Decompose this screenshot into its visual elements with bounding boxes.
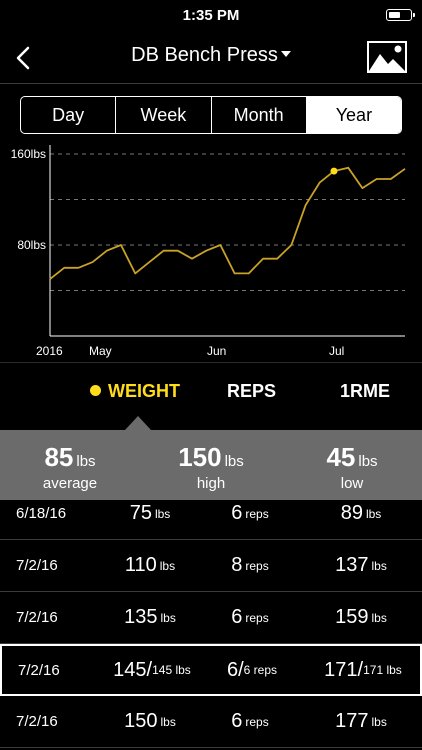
row-reps-unit: reps: [245, 506, 269, 521]
table-row[interactable]: 6/18/16 75 lbs 6 reps 89 lbs: [0, 500, 422, 540]
row-weight-unit: lbs: [160, 610, 176, 625]
row-1rme: 89 lbs: [305, 500, 417, 539]
status-time: 1:35 PM: [182, 7, 240, 24]
nav-bar: DB Bench Press: [0, 32, 422, 84]
stat-average: 85 lbs average: [0, 442, 140, 492]
y-tick-label-160: 160lbs: [11, 147, 46, 161]
row-date: 7/2/16: [18, 661, 60, 679]
row-weight-value: 75: [129, 502, 152, 524]
row-1rme-value: 137: [335, 554, 369, 576]
metric-tabs: WEIGHT REPS 1RME: [0, 362, 422, 430]
row-weight-unit: 145 lbs: [152, 663, 191, 677]
row-1rme-unit: lbs: [371, 714, 387, 729]
battery-icon: [386, 9, 415, 21]
tab-reps-label: REPS: [227, 381, 277, 401]
row-reps-value: 6: [231, 710, 243, 732]
battery-level: [388, 11, 400, 18]
row-date: 7/2/16: [16, 557, 58, 574]
stat-high-label: high: [196, 475, 226, 492]
row-weight-value: 135: [124, 606, 158, 628]
tab-weight[interactable]: WEIGHT: [90, 381, 180, 402]
weight-series-line: [49, 166, 406, 280]
row-reps: 6 reps: [195, 500, 305, 539]
row-1rme: 137 lbs: [305, 540, 417, 591]
row-1rme: 171/171 lbs: [307, 646, 419, 694]
stat-low-label: low: [340, 475, 364, 492]
segment-day[interactable]: Day: [21, 97, 117, 133]
segment-week[interactable]: Week: [116, 97, 212, 133]
x-tick-label-may: May: [89, 344, 112, 358]
row-1rme-value: 159: [335, 606, 369, 628]
row-weight-value: 110: [124, 554, 157, 576]
row-1rme-unit: lbs: [365, 506, 382, 521]
x-tick-label-jun: Jun: [207, 344, 226, 358]
row-weight-unit: lbs: [154, 506, 171, 521]
row-weight-unit: lbs: [159, 558, 176, 573]
row-1rme-unit: 171 lbs: [363, 663, 402, 677]
row-reps-value: 6: [231, 606, 243, 628]
stat-high: 150 lbs high: [141, 442, 281, 492]
page-title: DB Bench Press: [131, 44, 278, 66]
stat-low-value: 45: [326, 442, 356, 472]
line-chart: 160lbs 80lbs 2016 May Jun Jul: [11, 145, 406, 358]
tab-pointer: [125, 416, 151, 430]
stat-average-value: 85: [44, 442, 74, 472]
row-1rme-value: 89: [340, 502, 363, 524]
table-row-selected[interactable]: 7/2/16 145/145 lbs 6/6 reps 171/171 lbs: [0, 644, 422, 696]
segment-year[interactable]: Year: [306, 97, 401, 133]
row-1rme-unit: lbs: [371, 610, 387, 625]
weight-chart: 160lbs 80lbs 2016 May Jun Jul: [0, 140, 422, 362]
row-reps: 6 reps: [195, 592, 305, 643]
row-1rme-unit: lbs: [371, 558, 387, 573]
tab-1rme-label: 1RME: [340, 381, 391, 401]
period-segmented-control: Day Week Month Year: [20, 96, 402, 134]
row-reps: 6/6 reps: [197, 646, 307, 694]
row-date: 7/2/16: [16, 713, 58, 730]
row-reps-unit: reps: [245, 610, 269, 625]
exercise-title-dropdown[interactable]: DB Bench Press: [0, 44, 422, 67]
row-reps-unit: 6 reps: [243, 663, 278, 677]
stat-low: 45 lbs low: [282, 442, 422, 492]
segment-month[interactable]: Month: [212, 97, 307, 133]
table-row[interactable]: 7/2/16 135 lbs 6 reps 159 lbs: [0, 592, 422, 644]
row-date: 6/18/16: [16, 505, 67, 522]
row-reps-value: 8: [231, 554, 243, 576]
row-weight-unit: lbs: [160, 714, 176, 729]
stat-high-unit: lbs: [224, 453, 244, 470]
x-tick-label-2016: 2016: [36, 344, 63, 358]
summary-panel: 85 lbs average 150 lbs high 45 lbs low: [0, 430, 422, 500]
y-tick-label-80: 80lbs: [17, 238, 46, 252]
row-reps: 6 reps: [195, 696, 305, 747]
tab-weight-label: WEIGHT: [108, 381, 180, 401]
table-row[interactable]: 7/2/16 110 lbs 8 reps 137 lbs: [0, 540, 422, 592]
image-icon: [367, 41, 407, 73]
row-reps-unit: reps: [245, 558, 269, 573]
selected-dot-icon: [90, 385, 101, 396]
highlight-data-point[interactable]: [330, 167, 338, 175]
stat-average-label: average: [42, 475, 98, 492]
row-weight-value: 145/: [113, 658, 153, 681]
row-reps-value: 6: [231, 502, 243, 524]
x-tick-label-jul: Jul: [329, 344, 344, 358]
row-reps-unit: reps: [245, 714, 269, 729]
stat-low-unit: lbs: [358, 453, 378, 470]
table-row[interactable]: 7/2/16 150 lbs 6 reps 177 lbs: [0, 696, 422, 748]
stat-average-unit: lbs: [76, 453, 96, 470]
history-list: 6/18/16 75 lbs 6 reps 89 lbs 7/2/16 110 lbs …: [0, 500, 422, 750]
row-reps-value: 6/: [226, 658, 244, 681]
row-1rme-value: 171/: [324, 658, 364, 681]
stat-high-value: 150: [178, 442, 222, 472]
row-reps: 8 reps: [195, 540, 305, 591]
image-button[interactable]: [366, 40, 408, 74]
tab-reps[interactable]: REPS: [227, 381, 276, 402]
row-weight-value: 150: [124, 710, 158, 732]
caret-down-icon: [280, 50, 291, 57]
row-date: 7/2/16: [16, 609, 58, 626]
status-bar: 1:35 PM: [0, 0, 422, 32]
row-1rme: 177 lbs: [305, 696, 417, 747]
row-1rme: 159 lbs: [305, 592, 417, 643]
tab-1rme[interactable]: 1RME: [340, 381, 390, 402]
chart-grid: [50, 153, 405, 291]
row-1rme-value: 177: [335, 710, 369, 732]
